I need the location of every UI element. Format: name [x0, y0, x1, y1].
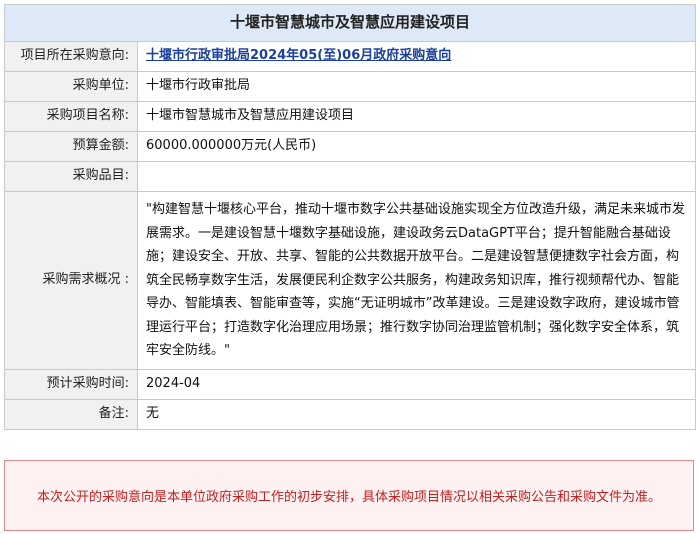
- intent-link[interactable]: 十堰市行政审批局2024年05(至)06月政府采购意向: [146, 48, 451, 63]
- remark-label: 备注:: [4, 398, 138, 430]
- table-row: 采购需求概况 : "构建智慧十堰核心平台，推动十堰市数字公共基础设施实现全方位改…: [4, 191, 696, 370]
- table-row: 备注: 无: [4, 398, 696, 430]
- project-name-value: 十堰市智慧城市及智慧应用建设项目: [137, 101, 696, 132]
- purchaser-label: 采购单位:: [4, 71, 138, 102]
- table-row: 项目所在采购意向: 十堰市行政审批局2024年05(至)06月政府采购意向: [4, 41, 696, 72]
- disclaimer-notice: 本次公开的采购意向是本单位政府采购工作的初步安排，具体采购项目情况以相关采购公告…: [4, 460, 694, 531]
- category-value: [137, 161, 696, 192]
- table-title: 十堰市智慧城市及智慧应用建设项目: [4, 4, 696, 42]
- requirement-value: "构建智慧十堰核心平台，推动十堰市数字公共基础设施实现全方位改造升级，满足未来城…: [137, 191, 696, 370]
- table-row: 预计采购时间: 2024-04: [4, 368, 696, 400]
- budget-value: 60000.000000万元(人民币): [137, 131, 696, 162]
- project-name-label: 采购项目名称:: [4, 101, 138, 132]
- table-row: 采购品目:: [4, 161, 696, 192]
- purchaser-value: 十堰市行政审批局: [137, 71, 696, 102]
- disclaimer-text: 本次公开的采购意向是本单位政府采购工作的初步安排，具体采购项目情况以相关采购公告…: [36, 490, 661, 505]
- intent-label: 项目所在采购意向:: [4, 41, 138, 72]
- table-row: 采购项目名称: 十堰市智慧城市及智慧应用建设项目: [4, 101, 696, 132]
- remark-value: 无: [137, 398, 696, 430]
- procurement-info-panel: 十堰市智慧城市及智慧应用建设项目 项目所在采购意向: 十堰市行政审批局2024年…: [4, 4, 696, 430]
- purchase-time-value: 2024-04: [137, 368, 696, 400]
- budget-label: 预算金额:: [4, 131, 138, 162]
- category-label: 采购品目:: [4, 161, 138, 192]
- table-row: 预算金额: 60000.000000万元(人民币): [4, 131, 696, 162]
- requirement-label: 采购需求概况 :: [4, 191, 138, 370]
- procurement-info-table: 十堰市智慧城市及智慧应用建设项目 项目所在采购意向: 十堰市行政审批局2024年…: [4, 4, 696, 430]
- table-row: 采购单位: 十堰市行政审批局: [4, 71, 696, 102]
- purchase-time-label: 预计采购时间:: [4, 368, 138, 400]
